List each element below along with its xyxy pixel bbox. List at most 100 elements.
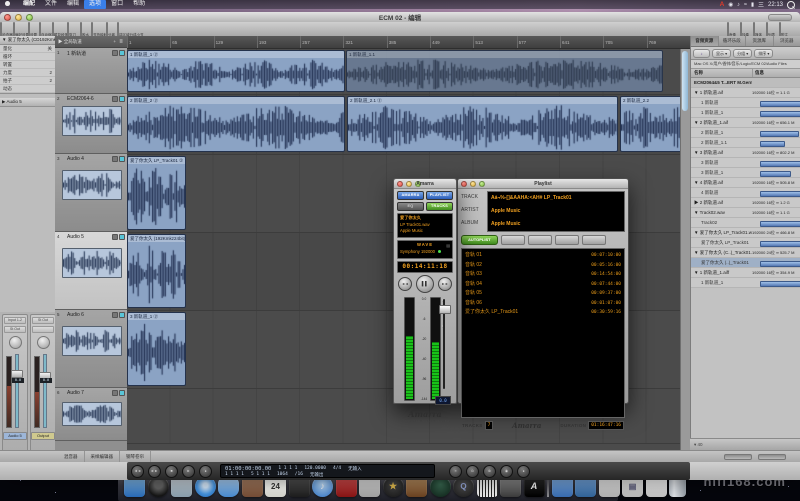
region-bar[interactable] bbox=[760, 141, 785, 147]
amarra-button[interactable]: AMARRA bbox=[397, 191, 424, 200]
region-bar[interactable] bbox=[760, 191, 800, 197]
region-parameter-row[interactable]: 量化 关 bbox=[0, 45, 55, 53]
tracks-button[interactable]: TRACKS bbox=[426, 202, 453, 211]
bin-row[interactable]: 3 新轨道_1 bbox=[691, 168, 800, 178]
arrange-row[interactable]: 1 新轨道_1 ② 1 新轨道_1.1 bbox=[127, 49, 690, 95]
status-icon[interactable]: ◉ bbox=[728, 2, 733, 8]
mute-button[interactable] bbox=[112, 390, 118, 396]
bin-tab[interactable]: 音频资源 bbox=[691, 36, 719, 46]
audio-region[interactable]: 2 新轨道_2 ② bbox=[127, 96, 345, 152]
bar-ruler[interactable]: 165129193257321385449513577641705769 bbox=[127, 36, 690, 49]
audio-region[interactable]: 爱了你太久 LP_Track01 ② bbox=[127, 156, 186, 230]
playlist-row[interactable]: 音轨 01 00:07:10:00 bbox=[462, 251, 624, 261]
bin-row[interactable]: ▼ 1 新轨道_1.aiff 192000 16位 ∞ 354.9 M bbox=[691, 268, 800, 278]
bin-dropdown[interactable]: 分组 ▾ bbox=[733, 49, 752, 58]
playlist-row[interactable]: 音轨 04 00:07:44:00 bbox=[462, 280, 624, 290]
bin-row[interactable]: 2 新轨道_1.1 bbox=[691, 138, 800, 148]
io-slot[interactable]: St Out bbox=[32, 317, 54, 324]
strip-label[interactable]: Audio 5 bbox=[3, 432, 27, 440]
menu-clock[interactable]: 22:13 bbox=[768, 2, 783, 8]
bin-row[interactable]: ▼ 3 新轨道.aif 192000 16位 ∞ 802.2 M bbox=[691, 148, 800, 158]
input-button[interactable] bbox=[119, 50, 125, 56]
pan-knob[interactable] bbox=[9, 336, 22, 349]
status-icon[interactable]: ≈ bbox=[744, 2, 747, 8]
bin-tab[interactable]: 资源库 bbox=[746, 36, 774, 46]
playlist-row[interactable]: 音轨 02 00:05:16:00 bbox=[462, 261, 624, 271]
track-parameters-header[interactable]: ▶ Audio 5 bbox=[0, 98, 55, 107]
region-bar[interactable] bbox=[760, 161, 800, 167]
transport-button[interactable]: ◄◄ bbox=[131, 465, 144, 478]
playlist-row[interactable]: 音轨 06 00:01:07:00 bbox=[462, 299, 624, 309]
global-tracks-icons[interactable]: + ≣ bbox=[113, 36, 124, 47]
region-parameter-row[interactable]: 动态 bbox=[0, 85, 55, 93]
global-tracks-header[interactable]: ▶ 全局轨道 + ≣ bbox=[55, 36, 127, 48]
bin-tab[interactable]: 循环乐段 bbox=[719, 36, 747, 46]
menu-item[interactable]: 帮助 bbox=[128, 0, 150, 9]
audio-region[interactable]: 爱了你太久 (192Kmkz24bit)_Track01 ② bbox=[127, 234, 186, 308]
track-header[interactable]: 3 Audio 4 bbox=[55, 154, 127, 232]
region-parameter-row[interactable]: 转置 bbox=[0, 61, 55, 69]
amarra-menu-extra[interactable]: A bbox=[720, 1, 725, 8]
vertical-scrollbar[interactable] bbox=[680, 49, 690, 450]
transport-button[interactable]: ● bbox=[199, 465, 212, 478]
bin-row[interactable]: 3 新轨道 bbox=[691, 158, 800, 168]
track-header[interactable]: 6 Audio 7 bbox=[55, 388, 127, 441]
transport-mode-button[interactable]: ≡ bbox=[449, 465, 462, 478]
region-bar[interactable] bbox=[760, 281, 800, 287]
bin-row[interactable]: 2 新轨道_1 bbox=[691, 128, 800, 138]
transport-mode-button[interactable]: ⊚ bbox=[483, 465, 496, 478]
status-icon[interactable]: ▮ bbox=[751, 2, 754, 8]
autoplist-button[interactable]: AUTOPLIST bbox=[461, 235, 498, 245]
transport-mode-button[interactable]: ⊙ bbox=[466, 465, 479, 478]
region-bar[interactable] bbox=[760, 131, 799, 137]
playlist-row[interactable]: 爱了你太久 LP_Track01 00:30:59:16 bbox=[462, 308, 624, 318]
next-button[interactable]: ►► bbox=[438, 277, 452, 291]
arrange-row[interactable]: 2 新轨道_2 ② 2 新轨道_2.1 ② 2 新轨道_2.2 bbox=[127, 95, 690, 155]
playlist-button[interactable]: PLAYLIST bbox=[426, 191, 453, 200]
volume-fader[interactable]: 0.0 bbox=[33, 352, 53, 430]
eq-button[interactable]: EQ bbox=[397, 202, 424, 211]
region-bar[interactable] bbox=[760, 241, 800, 247]
bin-row[interactable]: ▶ 2 新轨道.aif 192000 16位 ∞ 1.2 G bbox=[691, 198, 800, 208]
volume-slider[interactable] bbox=[438, 297, 450, 391]
transport-button[interactable]: ► bbox=[182, 465, 195, 478]
bin-row[interactable]: ▼ 爱了你太久 LP_Track01.wav 192000 24位 ∞ 466.… bbox=[691, 228, 800, 238]
apple-menu-icon[interactable] bbox=[5, 1, 12, 8]
mute-button[interactable] bbox=[112, 234, 118, 240]
amarra-title-bar[interactable]: Amarra bbox=[394, 179, 456, 189]
mute-button[interactable] bbox=[112, 312, 118, 318]
audio-region[interactable]: 1 新轨道_1 ② bbox=[127, 50, 345, 92]
region-bar[interactable] bbox=[760, 111, 800, 117]
input-button[interactable] bbox=[119, 312, 125, 318]
bin-row[interactable]: 1 新轨道_1 bbox=[691, 278, 800, 288]
track-header[interactable]: 5 Audio 6 bbox=[55, 310, 127, 388]
volume-handle[interactable] bbox=[439, 305, 451, 314]
playlist-button-1[interactable] bbox=[501, 235, 525, 245]
bin-row[interactable]: Track02 bbox=[691, 218, 800, 228]
bin-tab[interactable]: 浏览器 bbox=[774, 36, 800, 46]
region-bar[interactable] bbox=[760, 101, 800, 107]
transport-mode-button[interactable]: ● bbox=[517, 465, 530, 478]
menu-item[interactable]: 窗口 bbox=[106, 0, 128, 9]
region-parameter-row[interactable]: 循环 bbox=[0, 53, 55, 61]
region-bar[interactable] bbox=[760, 221, 800, 227]
bin-row[interactable]: 1 新轨道_1 bbox=[691, 108, 800, 118]
column-info[interactable]: 信息 bbox=[753, 69, 800, 77]
output-slot[interactable]: St Out bbox=[4, 326, 26, 333]
menu-item[interactable]: 选项 bbox=[84, 0, 106, 9]
mute-button[interactable] bbox=[112, 96, 118, 102]
bin-row[interactable]: 4 新轨道 bbox=[691, 188, 800, 198]
transport-button[interactable]: ■ bbox=[165, 465, 178, 478]
logic-title-bar[interactable]: ECM 02 - 编辑 bbox=[0, 12, 800, 22]
menu-item[interactable]: 编辑 bbox=[62, 0, 84, 9]
bin-row[interactable]: ▼ Track02.wav 192000 16位 ∞ 1.1 G bbox=[691, 208, 800, 218]
bin-row[interactable]: 爱了你太久 LP_Track01 bbox=[691, 238, 800, 248]
playlist-row[interactable]: 音轨 03 00:14:54:00 bbox=[462, 270, 624, 280]
audio-region[interactable]: 2 新轨道_2.2 bbox=[620, 96, 688, 152]
strip-label[interactable]: Output bbox=[31, 432, 55, 440]
bin-row[interactable]: ▼ 1 新轨道.aif 192000 16位 ∞ 1.1 G bbox=[691, 88, 800, 98]
track-header-selected[interactable]: 4 Audio 5 bbox=[55, 232, 127, 310]
menu-item[interactable]: 编配 bbox=[18, 0, 40, 9]
playlist-button-4[interactable] bbox=[582, 235, 606, 245]
audition-button[interactable]: ♪ bbox=[693, 49, 710, 58]
